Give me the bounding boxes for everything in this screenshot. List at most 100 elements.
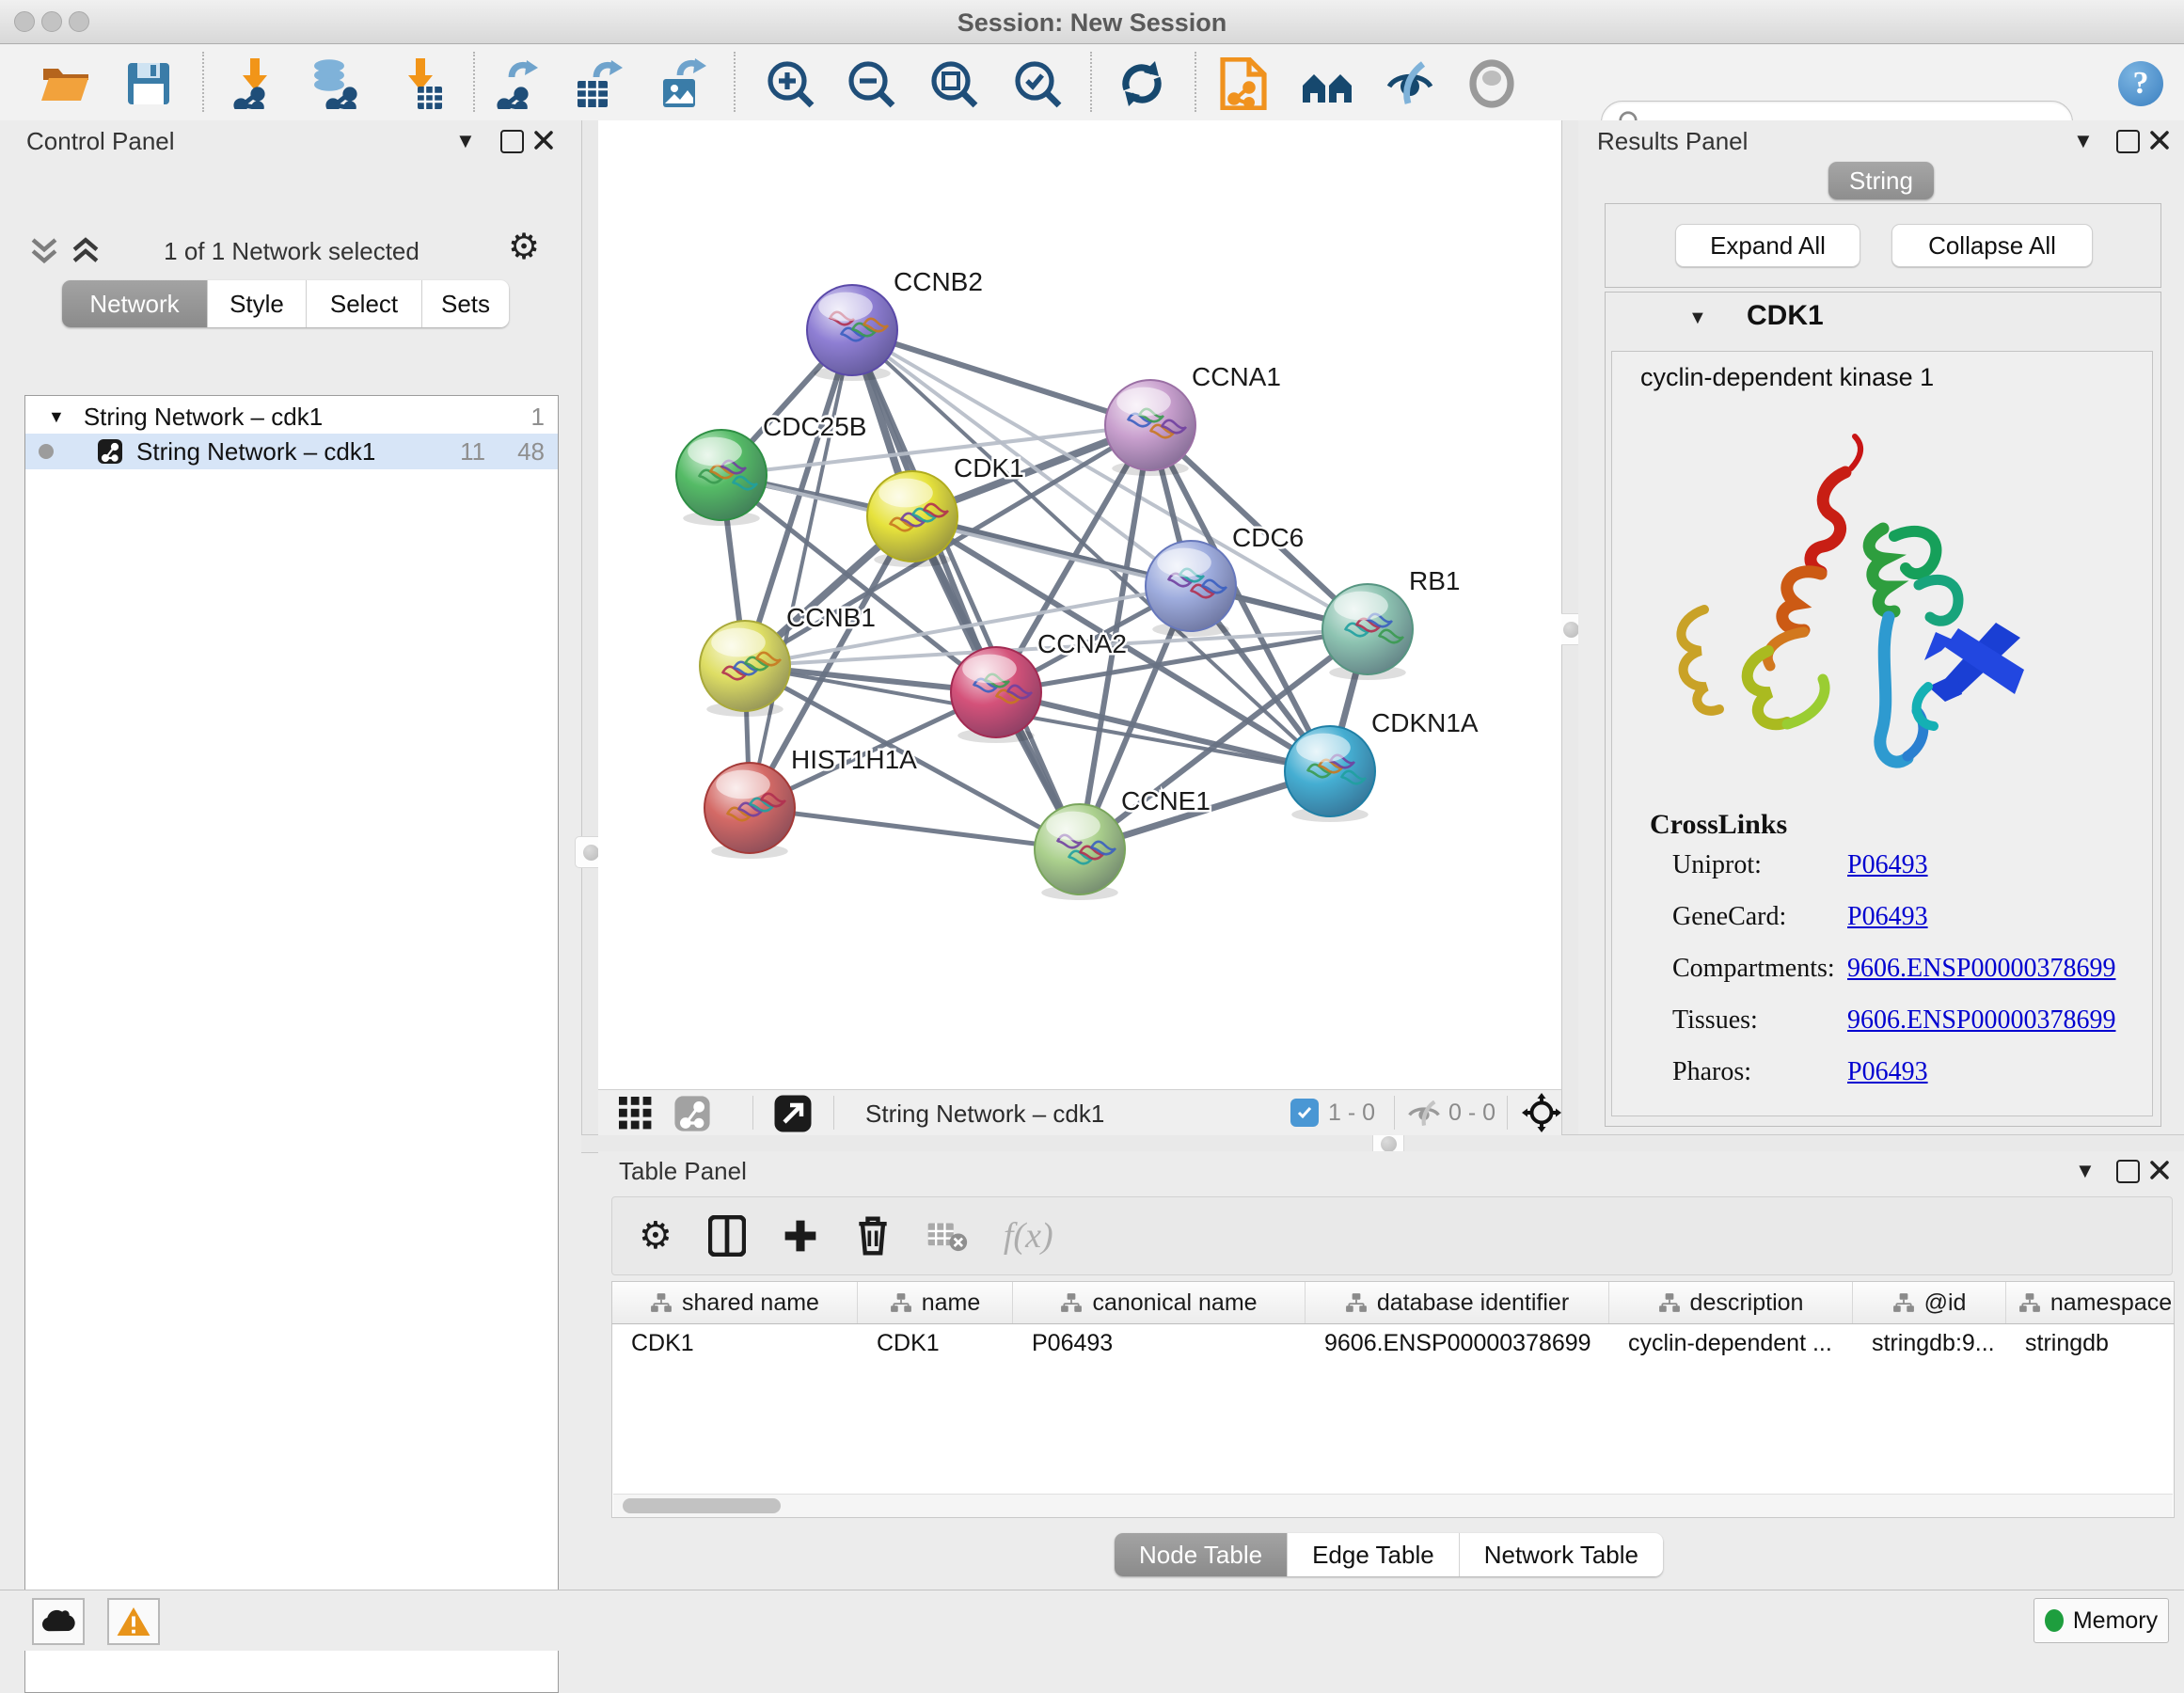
collapse-all-icon[interactable] (26, 235, 62, 267)
expand-all-button[interactable]: Expand All (1675, 224, 1860, 267)
table-settings-gear-icon[interactable]: ⚙ (639, 1217, 673, 1255)
node-hist1h1a[interactable] (704, 763, 795, 859)
node-label-cdk1: CDK1 (954, 453, 1024, 483)
column-header-shared-name[interactable]: shared name (612, 1282, 858, 1323)
share-document-icon[interactable] (1217, 57, 1270, 110)
control-panel-menu-icon[interactable]: ▼ (455, 131, 476, 151)
zoom-in-icon[interactable] (764, 57, 816, 110)
expand-all-icon[interactable] (68, 235, 103, 267)
tab-string[interactable]: String (1828, 162, 1934, 199)
tab-sets[interactable]: Sets (422, 280, 509, 327)
column-header--id[interactable]: @id (1853, 1282, 2006, 1323)
new-table-icon[interactable] (573, 57, 625, 110)
control-panel-float-icon[interactable] (500, 130, 524, 153)
selected-nodes-checkbox[interactable] (1290, 1099, 1319, 1127)
warning-status-button[interactable] (107, 1598, 160, 1645)
toolbar-separator (202, 52, 204, 112)
node-cdc6[interactable] (1146, 541, 1236, 637)
crosslinks-list: Uniprot:P06493GeneCard:P06493Compartment… (1672, 850, 2143, 1109)
results-panel-menu-icon[interactable]: ▼ (2073, 131, 2094, 151)
grid-view-icon[interactable] (619, 1097, 653, 1131)
edge-HIST1H1A-CCNE1[interactable] (750, 808, 1080, 849)
zoom-selected-icon[interactable] (1011, 57, 1064, 110)
show-panels-eye-icon[interactable] (1465, 57, 1518, 110)
crosslink-value-link[interactable]: P06493 (1847, 902, 1928, 932)
export-image-icon[interactable] (657, 57, 709, 110)
column-header-database-identifier[interactable]: database identifier (1306, 1282, 1609, 1323)
footer-separator (752, 1096, 753, 1130)
node-ccnb1[interactable] (700, 621, 790, 717)
memory-button[interactable]: Memory (2034, 1598, 2169, 1643)
cloud-status-button[interactable] (32, 1598, 85, 1645)
import-network-icon[interactable] (229, 57, 281, 110)
zoom-out-icon[interactable] (845, 57, 897, 110)
add-column-icon[interactable] (782, 1217, 819, 1255)
delete-table-icon[interactable] (926, 1219, 968, 1253)
hidden-eye-icon[interactable] (1405, 1100, 1443, 1127)
crosslink-value-link[interactable]: P06493 (1847, 850, 1928, 880)
tab-edge-table[interactable]: Edge Table (1288, 1533, 1460, 1576)
save-session-icon[interactable] (122, 57, 175, 110)
function-builder-icon[interactable]: f(x) (1004, 1215, 1053, 1257)
results-panel-title: Results Panel (1597, 127, 1748, 156)
footer-separator (833, 1096, 834, 1130)
new-network-icon[interactable] (492, 57, 545, 110)
tab-network-table[interactable]: Network Table (1460, 1533, 1663, 1576)
network-canvas[interactable]: CCNB2CCNA1CDC25BCDK1CDC6RB1CCNB1CCNA2CDK… (598, 120, 1561, 1089)
table-panel-menu-icon[interactable]: ▼ (2075, 1161, 2096, 1181)
tab-style[interactable]: Style (208, 280, 307, 327)
export-view-icon[interactable] (773, 1094, 813, 1133)
houses-icon[interactable] (1301, 57, 1353, 110)
tab-select[interactable]: Select (307, 280, 422, 327)
column-header-description[interactable]: description (1609, 1282, 1853, 1323)
table-panel-float-icon[interactable] (2116, 1160, 2140, 1183)
show-columns-icon[interactable] (708, 1215, 746, 1257)
tab-network[interactable]: Network (62, 280, 208, 327)
node-ccne1[interactable] (1035, 804, 1125, 900)
column-header-namespace[interactable]: namespace (2006, 1282, 2175, 1323)
network-options-gear-icon[interactable]: ⚙ (508, 226, 540, 268)
refresh-icon[interactable] (1116, 57, 1168, 110)
column-header-name[interactable]: name (858, 1282, 1013, 1323)
table-panel-close-icon[interactable] (2148, 1159, 2171, 1181)
node-cdkn1a[interactable] (1285, 726, 1375, 822)
result-expander-icon[interactable]: ▼ (1688, 308, 1707, 329)
tree-expander-icon[interactable]: ▼ (48, 407, 65, 427)
network-view[interactable]: CCNB2CCNA1CDC25BCDK1CDC6RB1CCNB1CCNA2CDK… (598, 120, 1561, 1089)
help-icon[interactable]: ? (2114, 57, 2167, 110)
tab-node-table[interactable]: Node Table (1115, 1533, 1288, 1576)
import-table-icon[interactable] (394, 57, 447, 110)
table-row[interactable]: CDK1CDK1P064939606.ENSP00000378699cyclin… (612, 1324, 2174, 1362)
column-header-canonical-name[interactable]: canonical name (1013, 1282, 1306, 1323)
pan-crosshair-icon[interactable] (1522, 1093, 1561, 1132)
result-card-body: cyclin-dependent kinase 1 (1611, 351, 2153, 1116)
crosslink-value-link[interactable]: 9606.ENSP00000378699 (1847, 954, 2115, 984)
node-count: 11 (460, 437, 485, 467)
node-cdc25b[interactable] (676, 430, 767, 526)
results-panel-close-icon[interactable] (2148, 129, 2171, 151)
main-toolbar: ? (0, 44, 2184, 121)
protein-structure-image (1646, 414, 2050, 803)
control-panel-close-icon[interactable] (532, 129, 555, 151)
edge-CCNB2-CCNA1[interactable] (852, 330, 1150, 425)
network-collection-row[interactable]: ▼ String Network – cdk1 1 (25, 400, 558, 434)
open-session-icon[interactable] (40, 57, 92, 110)
node-rb1[interactable] (1322, 584, 1413, 680)
node-ccna1[interactable] (1105, 380, 1195, 476)
crosslink-value-link[interactable]: P06493 (1847, 1057, 1928, 1087)
scrollbar-thumb[interactable] (623, 1498, 781, 1513)
window-title: Session: New Session (0, 8, 2184, 38)
crosslink-value-link[interactable]: 9606.ENSP00000378699 (1847, 1005, 2115, 1036)
results-panel-float-icon[interactable] (2116, 130, 2140, 153)
hide-panels-eye-icon[interactable] (1384, 57, 1436, 110)
birds-eye-icon[interactable] (673, 1095, 711, 1132)
import-network-from-database-icon[interactable] (308, 57, 360, 110)
status-bar: Memory (0, 1590, 2184, 1651)
collapse-all-button[interactable]: Collapse All (1891, 224, 2093, 267)
zoom-fit-icon[interactable] (927, 57, 980, 110)
network-row-selected[interactable]: String Network – cdk1 11 48 (25, 434, 558, 469)
delete-column-icon[interactable] (855, 1215, 891, 1257)
left-splitter[interactable] (581, 120, 600, 1134)
table-horizontal-scrollbar[interactable] (613, 1494, 2173, 1517)
node-cdk1[interactable] (867, 471, 957, 567)
